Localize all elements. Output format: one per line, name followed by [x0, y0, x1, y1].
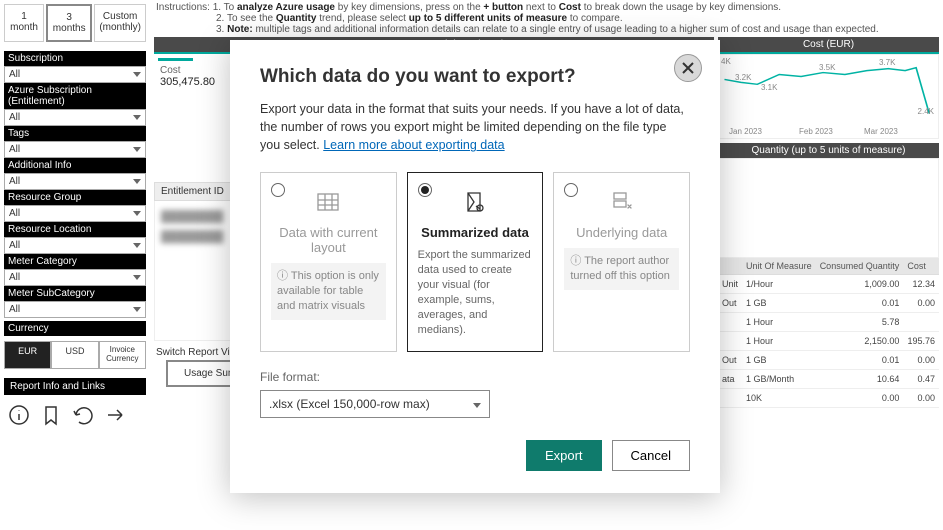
chevron-down-icon: [473, 397, 481, 411]
filter-select-2[interactable]: All: [4, 141, 146, 158]
file-format-label: File format:: [260, 370, 690, 384]
table-col[interactable]: Cost: [903, 258, 939, 275]
table-col[interactable]: [718, 258, 742, 275]
cancel-button[interactable]: Cancel: [612, 440, 690, 471]
table-row[interactable]: Out1 GB0.010.00: [718, 351, 939, 370]
filter-label-3: Additional Info: [4, 158, 146, 173]
time-custom[interactable]: Custom (monthly): [94, 4, 146, 42]
filter-select-5[interactable]: All: [4, 237, 146, 254]
info-icon[interactable]: [8, 404, 30, 426]
bookmark-icon[interactable]: [40, 404, 62, 426]
filter-label-4: Resource Group: [4, 190, 146, 205]
table-col[interactable]: Consumed Quantity: [816, 258, 904, 275]
filter-label-2: Tags: [4, 126, 146, 141]
time-range-buttons: 1 month 3 months Custom (monthly): [4, 4, 146, 42]
filter-select-1[interactable]: All: [4, 109, 146, 126]
table-icon: [315, 189, 341, 215]
modal-desc: Export your data in the format that suit…: [260, 100, 690, 154]
option-underlying[interactable]: Underlying data The report author turned…: [553, 172, 690, 352]
export-button[interactable]: Export: [526, 440, 602, 471]
currency-selector: EUR USD Invoice Currency: [4, 341, 146, 369]
cost-chart-header: Cost (EUR): [718, 37, 939, 54]
report-info-link[interactable]: Report Info and Links: [4, 378, 146, 395]
table-row[interactable]: ata1 GB/Month10.640.47: [718, 370, 939, 389]
export-modal: Which data do you want to export? Export…: [230, 40, 720, 493]
option-summarized[interactable]: Summarized data Export the summarized da…: [407, 172, 544, 352]
instructions: Instructions: 1. To analyze Azure usage …: [150, 0, 943, 37]
table-row[interactable]: Out1 GB0.010.00: [718, 294, 939, 313]
filter-select-4[interactable]: All: [4, 205, 146, 222]
currency-label: Currency: [4, 321, 146, 336]
left-panel: 1 month 3 months Custom (monthly) Subscr…: [0, 0, 150, 530]
bottom-icons: [4, 404, 146, 426]
chevron-down-icon: [133, 144, 141, 155]
filter-select-0[interactable]: All: [4, 66, 146, 83]
table-row[interactable]: 1 Hour5.78: [718, 313, 939, 332]
export-options: Data with current layout This option is …: [260, 172, 690, 352]
table-col[interactable]: Unit Of Measure: [742, 258, 816, 275]
table-row[interactable]: 1 Hour2,150.00195.76: [718, 332, 939, 351]
filter-label-5: Resource Location: [4, 222, 146, 237]
filter-select-6[interactable]: All: [4, 269, 146, 286]
chevron-down-icon: [133, 176, 141, 187]
learn-more-link[interactable]: Learn more about exporting data: [323, 138, 504, 152]
table-row[interactable]: Unit1/Hour1,009.0012.34: [718, 275, 939, 294]
chevron-down-icon: [133, 69, 141, 80]
time-3months[interactable]: 3 months: [46, 4, 92, 42]
radio-icon: [418, 183, 432, 197]
table-row[interactable]: 10K0.000.00: [718, 389, 939, 408]
undo-icon[interactable]: [72, 404, 94, 426]
file-format-select[interactable]: .xlsx (Excel 150,000-row max): [260, 390, 490, 418]
filter-select-7[interactable]: All: [4, 301, 146, 318]
database-icon: [609, 189, 635, 215]
time-1month[interactable]: 1 month: [4, 4, 44, 42]
currency-eur[interactable]: EUR: [4, 341, 51, 369]
currency-invoice[interactable]: Invoice Currency: [99, 341, 146, 369]
modal-title: Which data do you want to export?: [260, 66, 690, 88]
currency-usd[interactable]: USD: [51, 341, 98, 369]
close-button[interactable]: [674, 54, 702, 82]
summary-icon: [462, 189, 488, 215]
chevron-down-icon: [133, 304, 141, 315]
filter-select-3[interactable]: All: [4, 173, 146, 190]
cost-chart[interactable]: 4K 3.2K 3.1K 3.5K 3.7K 2.4K Jan 2023 Feb…: [718, 54, 939, 139]
filter-label-1: Azure Subscription (Entitlement): [4, 83, 146, 109]
usage-table[interactable]: Unit Of MeasureConsumed QuantityCost Uni…: [718, 258, 939, 408]
filter-label-6: Meter Category: [4, 254, 146, 269]
close-icon: [682, 62, 694, 74]
filter-label-0: Subscription: [4, 51, 146, 66]
forward-icon[interactable]: [104, 404, 126, 426]
qty-chart[interactable]: [718, 158, 939, 258]
chevron-down-icon: [133, 112, 141, 123]
option-current-layout[interactable]: Data with current layout This option is …: [260, 172, 397, 352]
filter-label-7: Meter SubCategory: [4, 286, 146, 301]
chevron-down-icon: [133, 272, 141, 283]
chevron-down-icon: [133, 240, 141, 251]
qty-header: Quantity (up to 5 units of measure): [718, 143, 939, 158]
chevron-down-icon: [133, 208, 141, 219]
